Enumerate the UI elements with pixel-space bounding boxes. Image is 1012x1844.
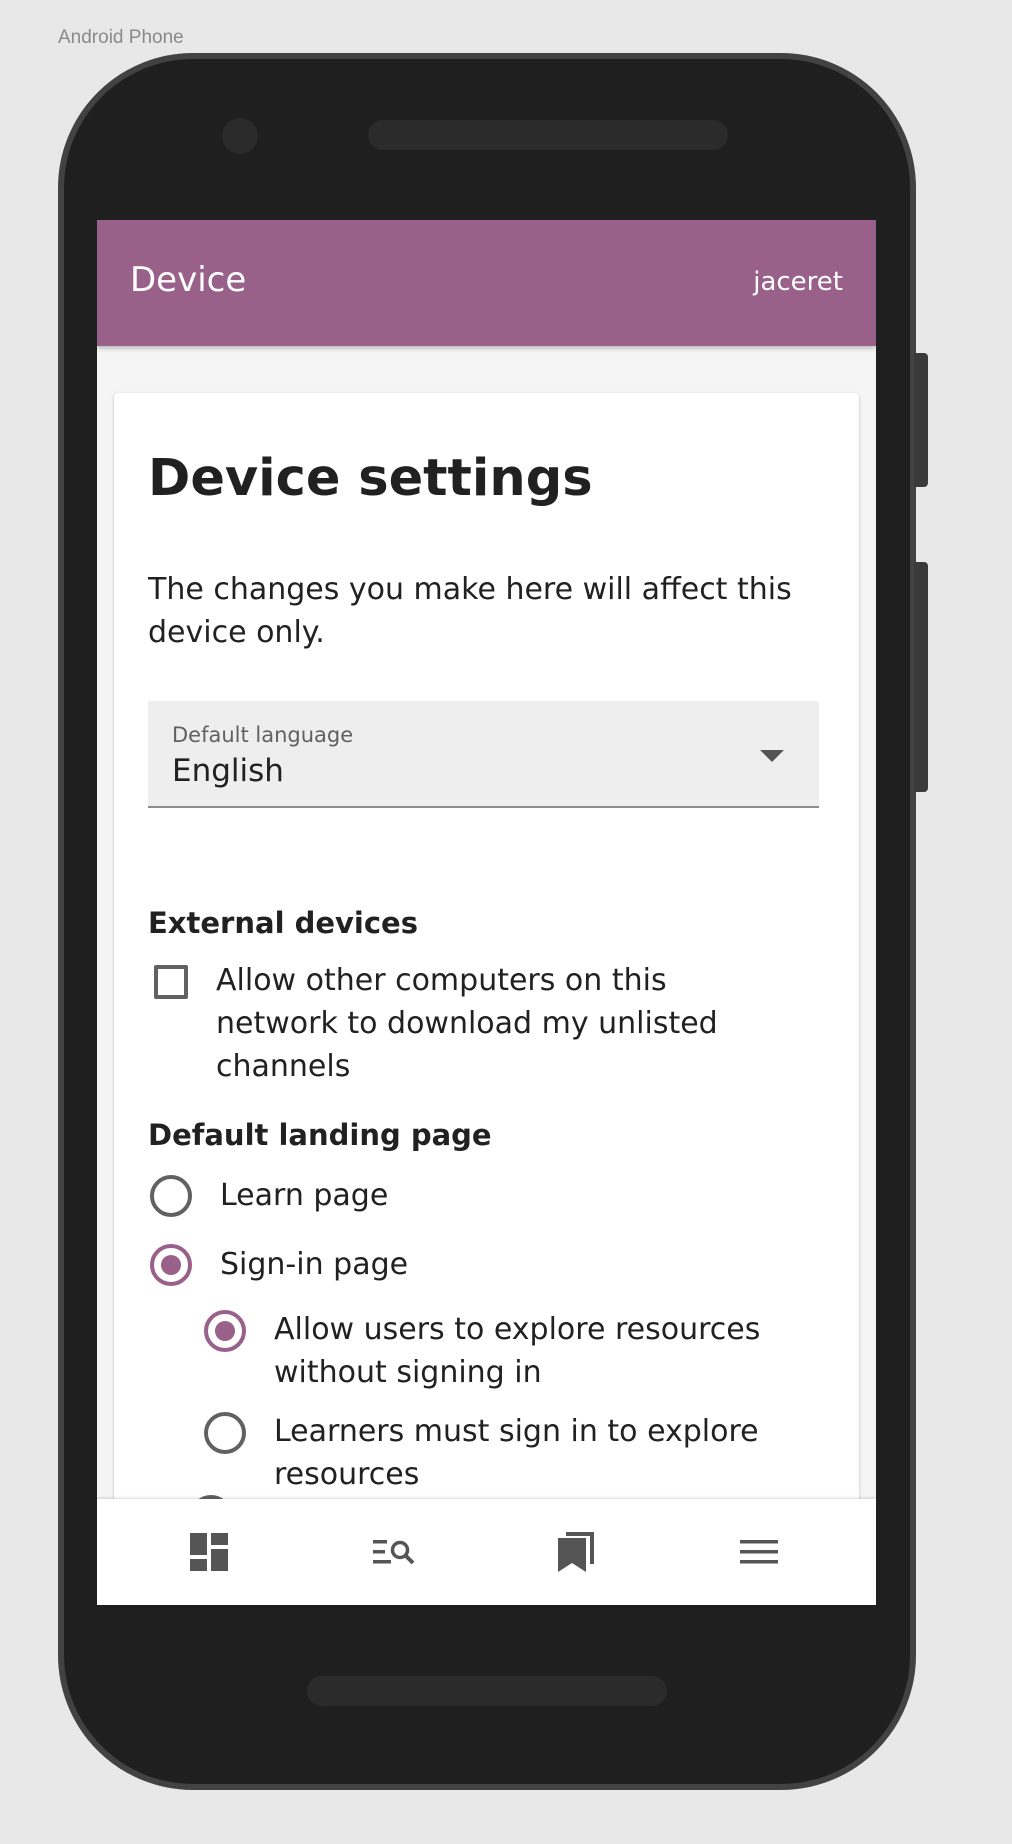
earpiece-speaker bbox=[368, 120, 728, 150]
unlisted-channels-checkbox[interactable] bbox=[154, 965, 188, 999]
menu-icon[interactable] bbox=[734, 1527, 784, 1577]
phone-power-button bbox=[914, 353, 928, 487]
must-sign-in-option[interactable]: Learners must sign in to explore resourc… bbox=[204, 1410, 794, 1496]
page-title: Device settings bbox=[148, 449, 593, 508]
must-sign-in-radio[interactable] bbox=[204, 1412, 246, 1454]
radio-selected-dot bbox=[215, 1321, 235, 1341]
radio-selected-dot bbox=[161, 1255, 181, 1275]
unlisted-channels-label: Allow other computers on this network to… bbox=[216, 963, 718, 1084]
user-menu[interactable]: jaceret bbox=[753, 267, 843, 297]
library-search-icon[interactable] bbox=[369, 1527, 419, 1577]
phone-volume-button bbox=[914, 562, 928, 792]
learn-page-radio[interactable] bbox=[150, 1175, 192, 1217]
phone-screen: Device jaceret Device settings The chang… bbox=[97, 220, 876, 1605]
explore-without-sign-in-option[interactable]: Allow users to explore resources without… bbox=[204, 1308, 794, 1394]
bottom-navigation bbox=[97, 1499, 876, 1605]
device-frame-label: Android Phone bbox=[58, 27, 184, 48]
front-camera bbox=[222, 118, 258, 154]
settings-card: Device settings The changes you make her… bbox=[114, 393, 859, 1605]
landing-page-heading: Default landing page bbox=[148, 1118, 492, 1152]
dashboard-icon[interactable] bbox=[184, 1527, 234, 1577]
app-bar: Device jaceret bbox=[97, 220, 876, 346]
sign-in-page-radio[interactable] bbox=[150, 1244, 192, 1286]
default-language-select[interactable]: Default language English bbox=[148, 701, 819, 808]
app-bar-title: Device bbox=[130, 260, 247, 300]
sign-in-page-option[interactable]: Sign-in page bbox=[150, 1244, 408, 1286]
dropdown-caret-icon bbox=[760, 750, 784, 762]
external-devices-heading: External devices bbox=[148, 906, 418, 940]
bookmarks-icon[interactable] bbox=[551, 1527, 601, 1577]
learn-page-option[interactable]: Learn page bbox=[150, 1175, 388, 1217]
default-language-value: English bbox=[172, 753, 284, 789]
bottom-speaker bbox=[307, 1676, 667, 1706]
learn-page-label: Learn page bbox=[220, 1178, 389, 1213]
explore-without-sign-in-radio[interactable] bbox=[204, 1310, 246, 1352]
must-sign-in-label: Learners must sign in to explore resourc… bbox=[274, 1414, 759, 1492]
explore-without-sign-in-label: Allow users to explore resources without… bbox=[274, 1312, 761, 1390]
default-language-label: Default language bbox=[172, 723, 354, 747]
page-description: The changes you make here will affect th… bbox=[148, 572, 792, 650]
unlisted-channels-option[interactable]: Allow other computers on this network to… bbox=[154, 959, 794, 1088]
sign-in-page-label: Sign-in page bbox=[220, 1247, 409, 1282]
